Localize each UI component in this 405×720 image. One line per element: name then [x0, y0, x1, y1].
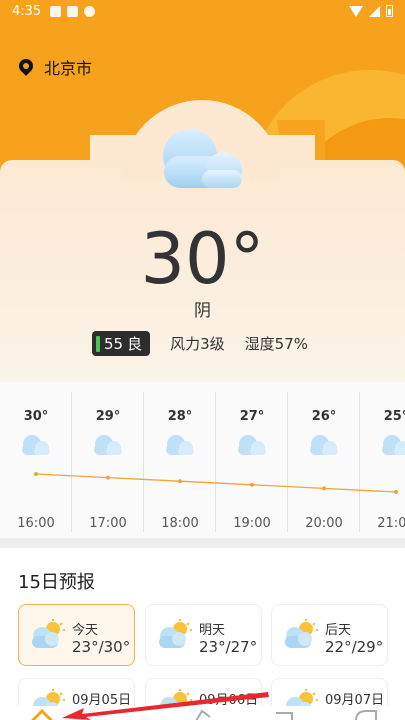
notification-icon [50, 6, 61, 17]
hourly-temp-point [250, 482, 254, 487]
nav-tab-4[interactable] [352, 706, 380, 720]
nav-icon [276, 712, 293, 720]
day-temp-range: 22°/29° [325, 638, 384, 656]
day-name: 后天 [325, 623, 352, 638]
hourly-temp-point [34, 472, 38, 476]
signal-icon [369, 5, 380, 17]
nav-tab-3[interactable] [270, 706, 298, 720]
day-card[interactable]: 今天 23°/30° [18, 604, 135, 666]
nav-icon [355, 710, 377, 720]
home-icon [30, 708, 54, 720]
partly-cloudy-icon [282, 619, 320, 649]
weather-metrics: 55 良 风力3级 湿度57% [92, 331, 308, 356]
wifi-icon [349, 5, 363, 17]
wind-level: 风力3级 [170, 335, 225, 353]
cloudy-icon [163, 129, 242, 188]
hourly-temp-point [394, 490, 398, 494]
day-temp-range: 23°/30° [72, 638, 131, 656]
hourly-temp-point [106, 475, 110, 480]
status-time: 4:35 [12, 4, 42, 19]
aqi-indicator [96, 335, 100, 352]
notification-icon [67, 6, 78, 17]
location-pin-icon [18, 59, 34, 75]
battery-icon [386, 5, 393, 17]
day-temp-range: 23°/27° [199, 638, 258, 656]
status-bar: 4:35 [0, 0, 405, 24]
day-card[interactable]: 后天 22°/29° [271, 604, 388, 666]
aqi-level: 良 [127, 335, 143, 353]
city-name: 北京市 [44, 59, 93, 78]
hourly-forecast[interactable]: 30° 16:00 29° 17:00 28° 18:00 27° 19:00 26° 20:00… [0, 382, 405, 538]
hourly-temp-point [178, 479, 182, 484]
day-name: 明天 [199, 623, 226, 638]
partly-cloudy-icon [156, 619, 194, 649]
day-card[interactable]: 明天 23°/27° [145, 604, 262, 666]
annotation-arrow [62, 692, 269, 720]
hourly-temp-point [322, 486, 326, 491]
aqi-value: 55 [104, 334, 124, 353]
home-tab[interactable] [28, 706, 56, 720]
humidity: 湿度57% [244, 335, 308, 353]
cloud-icon [84, 6, 95, 17]
aqi-badge[interactable]: 55 良 [92, 331, 151, 356]
current-temperature: 30° [140, 218, 265, 300]
section-title: 15日预报 [18, 572, 95, 593]
partly-cloudy-icon [29, 619, 67, 649]
location-selector[interactable]: 北京市 [18, 55, 92, 79]
day-name: 今天 [72, 623, 99, 638]
hourly-temperature-line [34, 472, 398, 494]
current-condition: 阴 [194, 301, 211, 321]
